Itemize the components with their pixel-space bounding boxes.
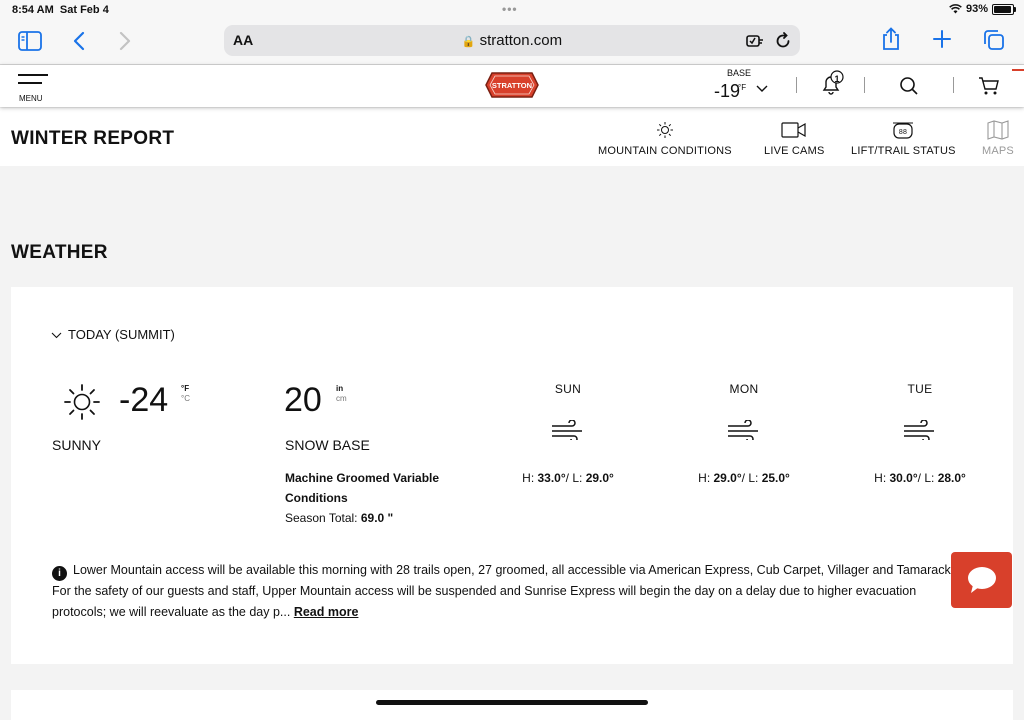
share-icon[interactable] — [881, 27, 901, 51]
cart-icon[interactable] — [978, 76, 1000, 96]
nav-lift-trail-status[interactable]: 88 LIFT/TRAIL STATUS — [851, 118, 956, 157]
sun-icon — [656, 122, 673, 138]
read-more-link[interactable]: Read more — [294, 605, 359, 619]
nav-live-cams[interactable]: LIVE CAMS — [764, 118, 825, 157]
battery-icon — [992, 3, 1016, 15]
forecast-day-label: TUE — [907, 382, 933, 396]
forecast-day: SUN H: 33.0°/ L: 29.0° — [478, 382, 658, 485]
stats-card — [11, 690, 1013, 720]
extension-icon[interactable] — [746, 33, 764, 48]
map-icon — [987, 120, 1009, 140]
wind-icon — [728, 419, 758, 443]
nav-label: LIFT/TRAIL STATUS — [851, 145, 956, 157]
snow-base-label: SNOW BASE — [285, 437, 370, 453]
notifications-button[interactable]: 1 — [820, 69, 844, 102]
reload-icon[interactable] — [775, 32, 791, 49]
status-bar: 8:54 AM Sat Feb 4 ••• 93% — [0, 0, 1024, 22]
video-icon — [781, 122, 806, 138]
menu-button[interactable]: MENU — [18, 70, 58, 104]
forecast-high-low: H: 30.0°/ L: 28.0° — [874, 471, 966, 485]
today-summit-toggle[interactable]: TODAY (SUMMIT) — [51, 327, 175, 342]
base-temp-selector[interactable]: BASE -19 °F — [712, 68, 772, 101]
forecast-high-low: H: 29.0°/ L: 25.0° — [698, 471, 790, 485]
toggle-label: TODAY (SUMMIT) — [68, 327, 175, 342]
forecast-day-label: MON — [729, 382, 759, 396]
divider — [953, 77, 954, 93]
multitask-dots[interactable]: ••• — [502, 2, 518, 16]
divider — [796, 77, 797, 93]
battery-percent: 93% — [965, 3, 988, 15]
chat-button[interactable] — [951, 552, 1012, 608]
bell-icon — [822, 70, 844, 95]
nav-label: MOUNTAIN CONDITIONS — [598, 145, 732, 157]
forward-icon[interactable] — [118, 31, 132, 51]
unit-cm[interactable]: cm — [336, 394, 347, 404]
season-total: Season Total: 69.0 " — [285, 511, 394, 525]
browser-toolbar: AA 🔒 stratton.com — [0, 22, 1024, 65]
menu-label: MENU — [19, 94, 43, 103]
nav-label: LIVE CAMS — [764, 145, 825, 157]
hamburger-icon — [18, 74, 58, 84]
unit-f[interactable]: °F — [181, 384, 190, 394]
wind-icon — [552, 419, 582, 443]
home-indicator[interactable] — [376, 700, 648, 705]
lift-icon: 88 — [893, 122, 914, 139]
lock-icon: 🔒 — [461, 36, 476, 48]
notification-count: 1 — [834, 74, 840, 84]
base-temp: -19 — [714, 81, 741, 101]
sun-icon — [64, 384, 100, 420]
svg-text:88: 88 — [899, 129, 907, 136]
temp-unit-toggle[interactable]: °F °C — [181, 384, 190, 404]
unit-c[interactable]: °C — [181, 394, 190, 404]
wind-icon — [904, 419, 934, 443]
nav-mountain-conditions[interactable]: MOUNTAIN CONDITIONS — [598, 118, 732, 157]
weather-card: TODAY (SUMMIT) -24 °F °C SUNNY 20 in cm SN… — [11, 287, 1013, 664]
url-text: stratton.com — [479, 32, 563, 49]
status-time: 8:54 AM Sat Feb 4 — [12, 4, 109, 16]
forecast-day: MON H: 29.0°/ L: 25.0° — [654, 382, 834, 485]
weather-title: WEATHER — [11, 242, 108, 263]
notice-text: Lower Mountain access will be available … — [52, 563, 955, 619]
tabs-icon[interactable] — [983, 29, 1005, 51]
stratton-logo[interactable]: STRATTON — [484, 69, 540, 101]
new-tab-icon[interactable] — [932, 29, 952, 49]
conditions-notice: i Lower Mountain access will be available… — [52, 560, 962, 623]
chat-bubble-icon — [967, 567, 996, 593]
forecast-day-label: SUN — [554, 382, 582, 396]
address-bar[interactable]: AA 🔒 stratton.com — [224, 25, 800, 56]
current-temperature: -24 — [119, 381, 169, 419]
forecast-high-low: H: 33.0°/ L: 29.0° — [522, 471, 614, 485]
base-temp-unit: °F — [738, 83, 747, 92]
base-label: BASE — [726, 68, 751, 78]
unit-in[interactable]: in — [336, 384, 347, 394]
chevron-down-icon — [51, 332, 62, 339]
weather-condition: SUNNY — [52, 437, 102, 453]
forecast-day: TUE H: 30.0°/ L: 28.0° — [830, 382, 1010, 485]
page-title: WINTER REPORT — [11, 128, 175, 149]
winter-report-bar: WINTER REPORT MOUNTAIN CONDITIONS LIVE C… — [0, 108, 1024, 166]
nav-label: MAPS — [982, 145, 1014, 157]
search-icon[interactable] — [899, 76, 919, 96]
chevron-down-icon — [756, 85, 768, 92]
info-icon: i — [52, 566, 67, 581]
site-header: MENU STRATTON BASE -19 °F 1 — [0, 65, 1024, 107]
wifi-icon — [949, 4, 962, 14]
logo-text: STRATTON — [492, 81, 532, 90]
battery-level — [994, 5, 1011, 13]
surface-conditions: Machine Groomed Variable Conditions — [285, 471, 440, 505]
sidebar-icon[interactable] — [18, 31, 42, 51]
divider — [864, 77, 865, 93]
snow-base-value: 20 — [284, 381, 322, 419]
nav-maps[interactable]: MAPS — [982, 118, 1014, 157]
accent-mark — [1012, 69, 1024, 71]
snow-unit-toggle[interactable]: in cm — [336, 384, 347, 404]
back-icon[interactable] — [72, 31, 86, 51]
